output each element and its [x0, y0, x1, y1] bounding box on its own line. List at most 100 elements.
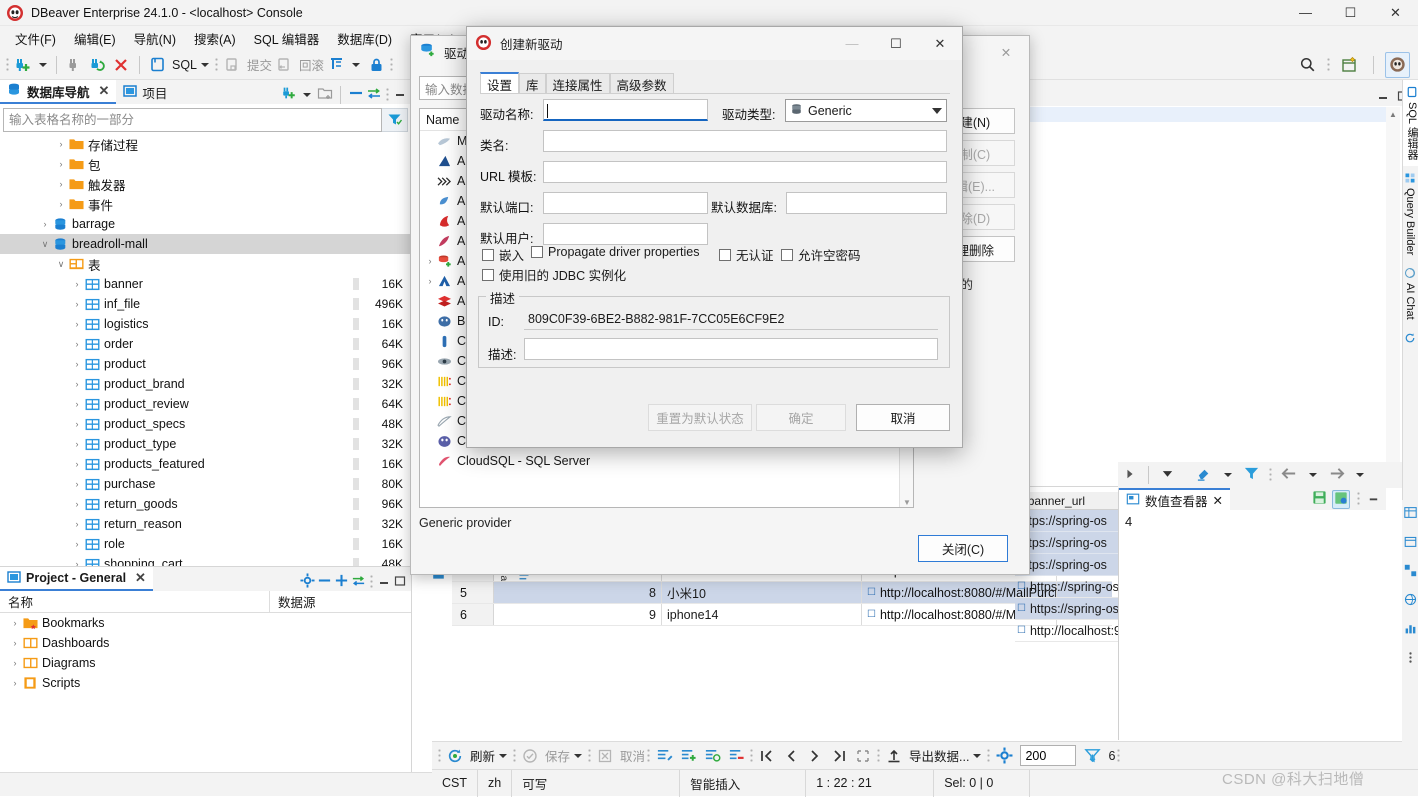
twisty-icon[interactable]: ›: [70, 439, 84, 449]
checkbox-box[interactable]: [482, 269, 494, 281]
project-tree-item[interactable]: ›Dashboards: [0, 633, 411, 653]
tab-project-general[interactable]: Project - General ✕: [0, 567, 153, 591]
menu-edit[interactable]: 编辑(E): [65, 26, 125, 51]
tree-item[interactable]: ›包: [0, 154, 411, 174]
prev-page-icon[interactable]: [779, 743, 803, 769]
checkbox-box[interactable]: [531, 246, 543, 258]
checkbox-box[interactable]: [482, 249, 494, 261]
tree-item[interactable]: ›product_review64K: [0, 394, 411, 414]
twisty-icon[interactable]: ›: [8, 638, 22, 648]
driver-manager-close-button[interactable]: 关闭(C): [918, 535, 1008, 562]
close-button[interactable]: ✕: [1373, 0, 1418, 26]
edit-row-icon[interactable]: [652, 743, 676, 769]
twisty-icon[interactable]: ›: [8, 658, 22, 668]
twisty-icon[interactable]: ∨: [54, 259, 68, 270]
checkbox-box[interactable]: [781, 249, 793, 261]
chevron-down-icon[interactable]: [1356, 473, 1364, 477]
history-back-icon[interactable]: [1281, 465, 1298, 485]
transaction-mode-icon[interactable]: [324, 52, 348, 78]
minimize-button[interactable]: —: [1283, 0, 1328, 26]
banner-url-cell[interactable]: https://spring-os: [1015, 510, 1118, 532]
cell-id[interactable]: 8: [494, 582, 662, 603]
collapse-all-icon[interactable]: [348, 85, 364, 104]
toolbar-drag-handle[interactable]: [588, 748, 591, 764]
grid-settings-icon[interactable]: [992, 743, 1016, 769]
minimize-panel-icon[interactable]: [1367, 491, 1380, 507]
twisty-icon[interactable]: ∨: [38, 239, 52, 250]
dialog-tab-libraries[interactable]: 库: [519, 73, 546, 94]
tree-item[interactable]: ›product_type32K: [0, 434, 411, 454]
apply-filter-icon[interactable]: [1243, 465, 1260, 485]
cell-name[interactable]: iphone14: [662, 604, 862, 625]
chevron-down-icon[interactable]: [932, 108, 942, 114]
vtab-ai-chat[interactable]: AI Chat: [1403, 261, 1417, 326]
menu-database[interactable]: 数据库(D): [328, 26, 401, 51]
save-value-icon[interactable]: [1312, 490, 1327, 508]
banner-url-cell[interactable]: https://spring-os: [1015, 554, 1118, 576]
toolbar-drag-handle[interactable]: [1327, 57, 1330, 73]
filter-forward-icon[interactable]: [1124, 468, 1136, 483]
export-data-icon[interactable]: [882, 743, 906, 769]
table-row[interactable]: 69iphone14☐http://localhost:8080/#/MallP…: [452, 604, 1112, 626]
view-menu-icon[interactable]: [386, 87, 389, 103]
value-view-menu-icon[interactable]: [1357, 491, 1360, 507]
table-filter-input[interactable]: 输入表格名称的一部分: [3, 108, 382, 132]
twisty-icon[interactable]: ›: [70, 419, 84, 429]
twisty-icon[interactable]: ›: [54, 179, 68, 189]
duplicate-row-icon[interactable]: [700, 743, 724, 769]
minimize-panel-icon[interactable]: [377, 574, 391, 591]
calendar-icon[interactable]: [1404, 535, 1417, 551]
banner-url-cell[interactable]: ☐http://localhost:9: [1015, 620, 1118, 642]
driver-id-value[interactable]: 809C0F39-6BE2-B882-981F-7CC05E6CF9E2: [524, 309, 938, 330]
banner-url-cell[interactable]: https://spring-os: [1015, 532, 1118, 554]
chevron-down-icon[interactable]: [1309, 473, 1317, 477]
disconnect-icon[interactable]: [62, 52, 86, 78]
driver-name-input[interactable]: [543, 99, 708, 121]
tree-item[interactable]: ›order64K: [0, 334, 411, 354]
vtab-query-builder[interactable]: Query Builder: [1403, 166, 1417, 261]
twisty-icon[interactable]: ›: [70, 379, 84, 389]
toolbar-drag-handle[interactable]: [390, 57, 393, 73]
tree-item[interactable]: ∨表: [0, 254, 411, 274]
dialog-minimize-button[interactable]: —: [830, 27, 874, 60]
twisty-icon[interactable]: ›: [8, 618, 22, 628]
chevron-down-icon[interactable]: [303, 93, 311, 97]
vtab-sql-editor[interactable]: SQL 编辑器: [1403, 80, 1418, 166]
expand-all-icon[interactable]: [334, 573, 349, 591]
checkbox-legacy-jdbc-instantiation[interactable]: 使用旧的 JDBC 实例化: [482, 265, 626, 284]
tree-item[interactable]: ›product96K: [0, 354, 411, 374]
checkbox-no-authentication[interactable]: 无认证: [719, 245, 774, 264]
twisty-icon[interactable]: ›: [54, 159, 68, 169]
driver-type-select[interactable]: Generic: [785, 99, 947, 122]
twisty-icon[interactable]: ›: [8, 678, 22, 688]
dialog-tab-settings[interactable]: 设置: [480, 72, 519, 94]
banner-url-cell[interactable]: ☐https://spring-os: [1015, 598, 1118, 620]
twisty-icon[interactable]: ›: [70, 499, 84, 509]
lock-icon[interactable]: [364, 52, 388, 78]
save-dropdown-icon[interactable]: [574, 754, 582, 758]
project-tree-item[interactable]: ›Diagrams: [0, 653, 411, 673]
checkerboard-icon[interactable]: [1404, 564, 1417, 580]
default-database-input[interactable]: [786, 192, 947, 214]
twisty-icon[interactable]: ›: [70, 459, 84, 469]
default-user-input[interactable]: [543, 223, 708, 245]
close-icon[interactable]: ✕: [99, 83, 110, 99]
tree-item[interactable]: ›return_reason32K: [0, 514, 411, 534]
checkbox-allow-empty-password[interactable]: 允许空密码: [781, 245, 861, 264]
perspective-dbeaver-icon[interactable]: [1385, 52, 1410, 78]
filter-dropdown-icon[interactable]: [1161, 467, 1174, 483]
class-name-input[interactable]: [543, 130, 947, 152]
first-page-icon[interactable]: [755, 743, 779, 769]
toolbar-drag-handle[interactable]: [750, 748, 753, 764]
filter-icon[interactable]: [382, 108, 408, 132]
toolbar-drag-handle[interactable]: [438, 748, 441, 764]
clear-filter-icon[interactable]: [1196, 465, 1213, 485]
dialog-close-button[interactable]: ✕: [918, 27, 962, 60]
value-viewer-content[interactable]: 4: [1119, 510, 1386, 533]
twisty-icon[interactable]: ›: [54, 139, 68, 149]
twisty-icon[interactable]: ›: [70, 359, 84, 369]
close-icon[interactable]: ✕: [1213, 493, 1223, 508]
driver-list-item[interactable]: CloudSQL - SQL Server: [420, 451, 913, 471]
twisty-icon[interactable]: ›: [70, 339, 84, 349]
tab-database-navigator[interactable]: 数据库导航 ✕: [0, 80, 116, 104]
